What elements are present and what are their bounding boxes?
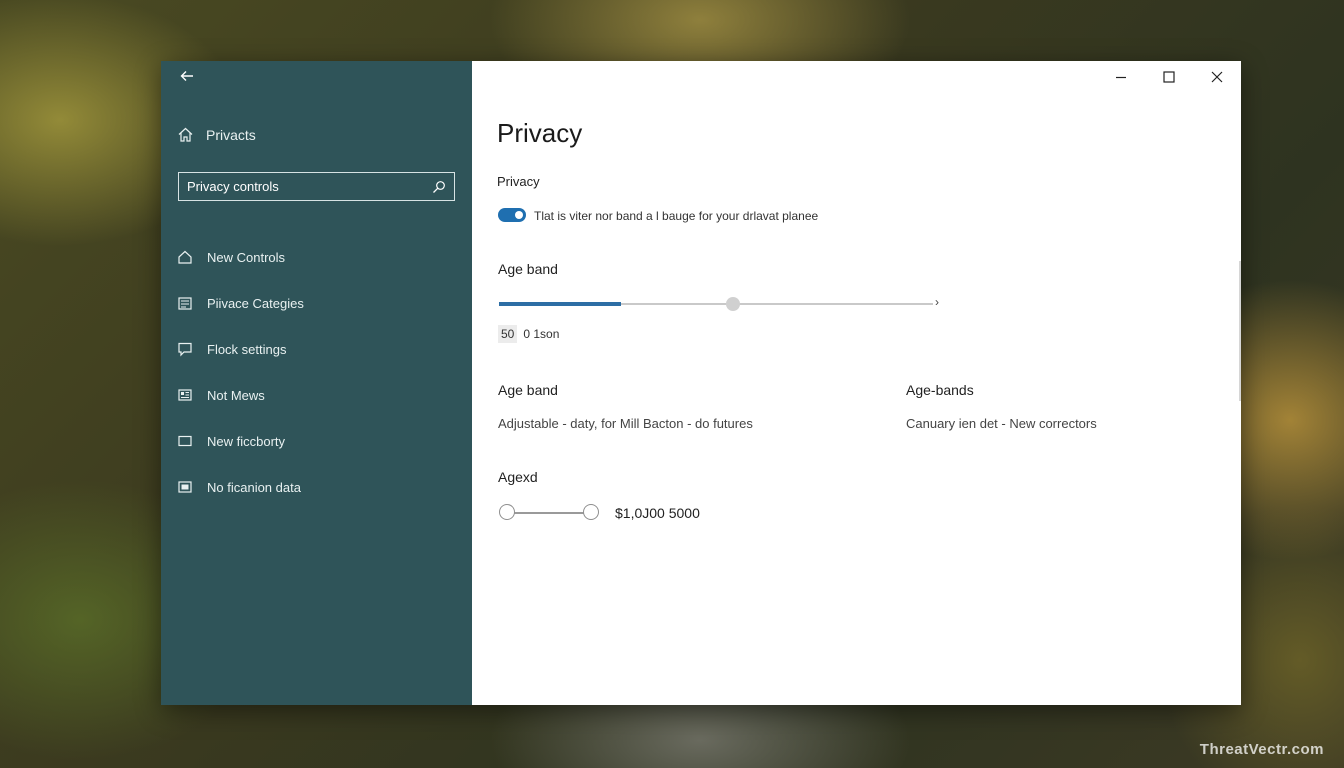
age-band-slider[interactable]: › [499,295,939,311]
nav-item-label: New ficcborty [207,433,286,449]
slider-fill [499,302,621,306]
minimize-button[interactable] [1097,61,1145,93]
slider-end-arrow-icon: › [935,295,939,309]
back-button[interactable] [175,67,199,91]
privacy-toggle-text: Tlat is viter nor band a l bauge for you… [534,209,819,223]
news-icon [178,389,192,401]
sidebar: Privacts New Controls Piivace Cat [161,61,472,705]
privacy-toggle[interactable] [498,208,526,222]
nav-home-label: Privacts [206,126,256,143]
close-button[interactable] [1193,61,1241,93]
slider-thumb[interactable] [726,297,741,311]
age-band-value-text: 0 1son [523,327,560,341]
home-outline-icon [178,250,192,264]
age-band-2-description: Adjustable - daty, for Mill Bacton - do … [498,416,753,431]
main-panel: Privacy Privacy Tlat is viter nor band a… [472,61,1241,705]
settings-window: Privacts New Controls Piivace Cat [161,61,1241,705]
nav-item-new-ficcborty[interactable]: New ficcborty [177,429,304,453]
nav-item-no-ficanion-data[interactable]: No ficanion data [177,475,304,499]
nav-item-new-controls[interactable]: New Controls [177,245,304,269]
scrollbar[interactable] [1239,261,1241,401]
search-box[interactable] [178,172,455,201]
age-band-heading: Age band [498,261,558,277]
privacy-section-label: Privacy [497,174,540,189]
range-max-knob[interactable] [583,504,599,520]
close-icon [1211,71,1223,83]
maximize-icon [1163,71,1175,83]
aged-value: $1,0J00 5000 [615,505,700,521]
back-arrow-icon [180,71,193,81]
data-icon [178,481,192,493]
page-title: Privacy [497,118,583,148]
age-bands-heading: Age-bands [906,382,974,398]
window-controls [1097,61,1241,93]
search-input[interactable] [187,179,432,194]
minimize-icon [1116,76,1126,79]
range-min-knob[interactable] [499,504,515,520]
nav-item-label: New Controls [207,249,286,265]
nav-list: New Controls Piivace Categies Flock sett… [177,245,304,521]
nav-item-categories[interactable]: Piivace Categies [177,291,304,315]
watermark: ThreatVectr.com [1199,741,1324,758]
chat-settings-icon [178,342,192,357]
age-bands-description: Canuary ien det - New correctors [906,416,1097,431]
nav-item-not-mews[interactable]: Not Mews [177,383,304,407]
home-icon [178,127,193,142]
age-band-2-heading: Age band [498,382,558,398]
search-icon[interactable] [432,180,446,194]
aged-range-slider[interactable] [499,503,599,523]
categories-icon [178,297,192,310]
nav-item-label: Piivace Categies [207,295,304,311]
age-band-value: 50 0 1son [498,325,559,343]
nav-item-flock-settings[interactable]: Flock settings [177,337,304,361]
window-icon [178,435,192,447]
nav-home[interactable]: Privacts [177,126,256,143]
age-band-value-number[interactable]: 50 [498,325,518,343]
nav-item-label: Flock settings [207,341,287,357]
maximize-button[interactable] [1145,61,1193,93]
nav-item-label: Not Mews [207,387,265,403]
range-track [508,512,590,514]
nav-item-label: No ficanion data [207,479,301,495]
aged-heading: Agexd [498,469,538,485]
